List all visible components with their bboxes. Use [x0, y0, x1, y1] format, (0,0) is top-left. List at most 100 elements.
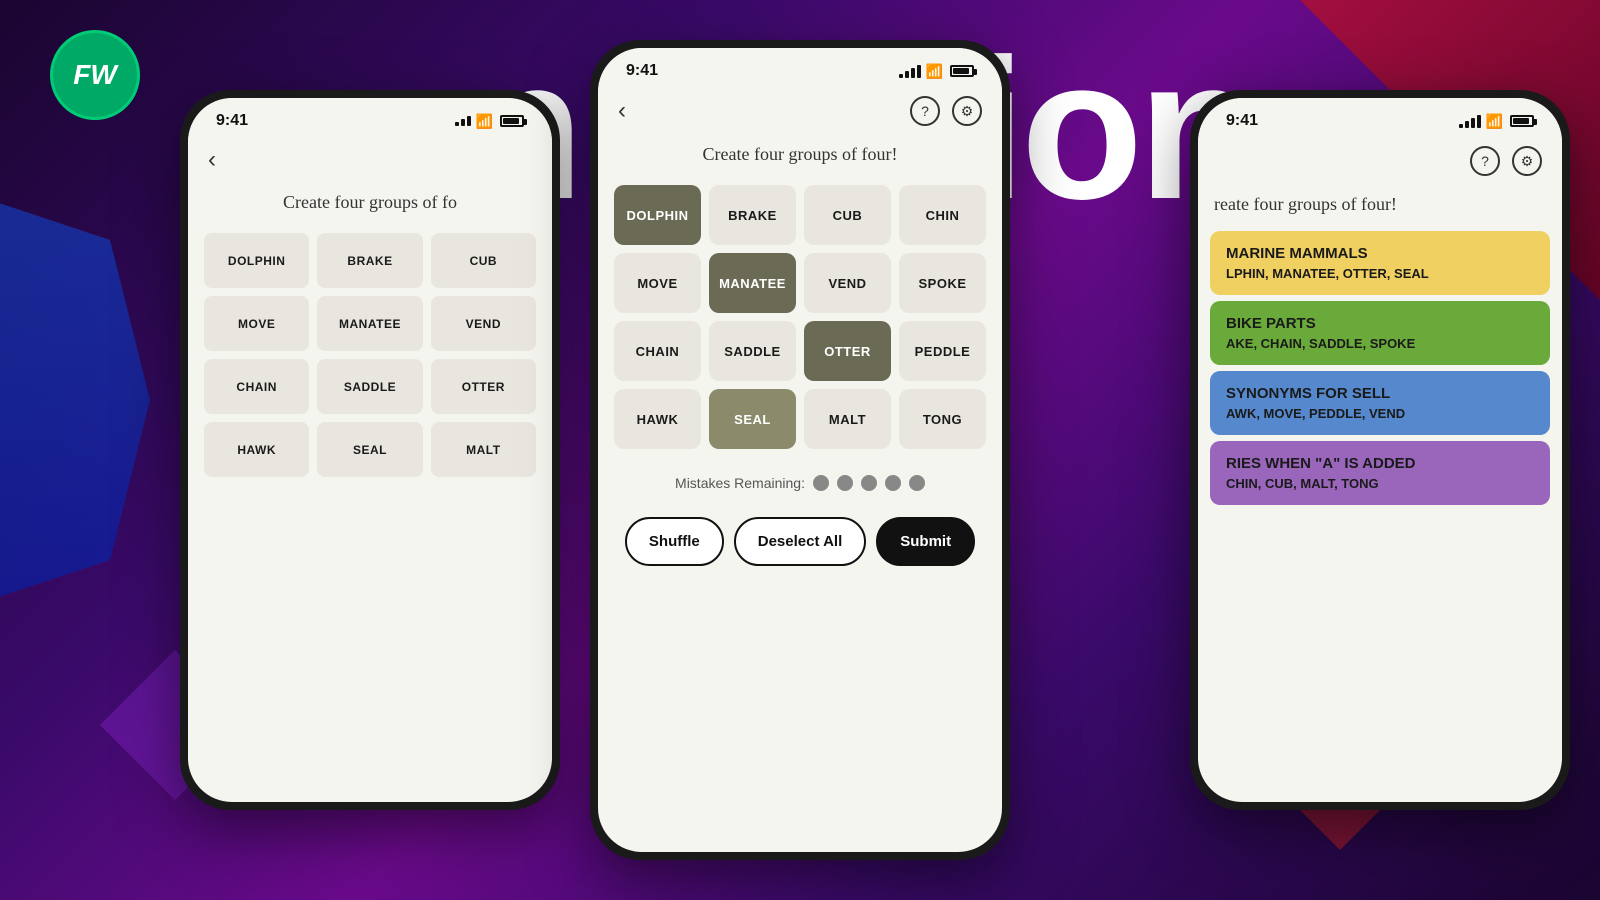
category-tile-2: SYNONYMS FOR SELL AWK, MOVE, PEDDLE, VEND: [1210, 371, 1550, 435]
signal-bar-3: [467, 116, 471, 126]
left-status-time: 9:41: [216, 112, 248, 130]
action-buttons: Shuffle Deselect All Submit: [598, 507, 1002, 586]
center-signal-4: [917, 65, 921, 78]
center-phone: 9:41 📶 ‹ ?: [590, 40, 1010, 860]
mistake-dot-4: [885, 475, 901, 491]
right-status-icons: 📶: [1459, 113, 1534, 130]
right-signal-1: [1459, 124, 1463, 128]
center-signal-2: [905, 71, 909, 78]
word-tile-dolphin[interactable]: DOLPHIN: [614, 185, 701, 245]
mistake-dot-2: [837, 475, 853, 491]
word-tile-spoke[interactable]: SPOKE: [899, 253, 986, 313]
left-word-tile-vend[interactable]: VEND: [431, 296, 536, 351]
category-title-2: SYNONYMS FOR SELL: [1226, 385, 1534, 402]
center-back-button[interactable]: ‹: [618, 97, 626, 125]
center-game-heading: Create four groups of four!: [598, 134, 1002, 175]
left-word-tile-cub[interactable]: CUB: [431, 233, 536, 288]
mistakes-label: Mistakes Remaining:: [675, 475, 805, 491]
word-tile-malt[interactable]: MALT: [804, 389, 891, 449]
right-signal-3: [1471, 118, 1475, 128]
category-title-1: BIKE PARTS: [1226, 315, 1534, 332]
center-phone-body: 9:41 📶 ‹ ?: [590, 40, 1010, 860]
category-title-0: MARINE MAMMALS: [1226, 245, 1534, 262]
mistake-dot-3: [861, 475, 877, 491]
center-status-bar: 9:41 📶: [598, 48, 1002, 88]
mistake-dot-1: [813, 475, 829, 491]
center-word-grid: DOLPHINBRAKECUBCHIN MOVEMANATEEVENDSPOKE C…: [598, 175, 1002, 459]
category-words-2: AWK, MOVE, PEDDLE, VEND: [1226, 406, 1534, 421]
center-battery-fill: [953, 68, 969, 74]
deselect-button[interactable]: Deselect All: [734, 517, 867, 566]
center-signal-3: [911, 68, 915, 78]
left-word-tile-manatee[interactable]: MANATEE: [317, 296, 422, 351]
word-tile-chin[interactable]: CHIN: [899, 185, 986, 245]
left-status-bar: 9:41 📶: [188, 98, 552, 138]
settings-button[interactable]: ⚙: [952, 96, 982, 126]
left-phone-screen: 9:41 📶 ‹ Create four groups of fo: [188, 98, 552, 802]
category-tile-3: RIES WHEN "A" IS ADDED CHIN, CUB, MALT, T…: [1210, 441, 1550, 505]
shuffle-button[interactable]: Shuffle: [625, 517, 724, 566]
word-tile-move[interactable]: MOVE: [614, 253, 701, 313]
center-status-icons: 📶: [899, 63, 974, 80]
battery-icon: [500, 115, 524, 127]
word-tile-otter[interactable]: OTTER: [804, 321, 891, 381]
signal-bar-1: [455, 122, 459, 126]
right-settings-button[interactable]: ⚙: [1512, 146, 1542, 176]
left-back-button[interactable]: ‹: [208, 146, 216, 174]
word-tile-saddle[interactable]: SADDLE: [709, 321, 796, 381]
word-tile-cub[interactable]: CUB: [804, 185, 891, 245]
left-phone-body: 9:41 📶 ‹ Create four groups of fo: [180, 90, 560, 810]
right-game-heading: reate four groups of four!: [1198, 184, 1562, 225]
center-nav-icons: ? ⚙: [910, 96, 982, 126]
word-tile-hawk[interactable]: HAWK: [614, 389, 701, 449]
right-nav-icons: ? ⚙: [1470, 146, 1542, 176]
word-tile-tong[interactable]: TONG: [899, 389, 986, 449]
word-tile-peddle[interactable]: PEDDLE: [899, 321, 986, 381]
left-nav-bar: ‹: [188, 138, 552, 182]
category-words-0: LPHIN, MANATEE, OTTER, SEAL: [1226, 266, 1534, 281]
right-signal-4: [1477, 115, 1481, 128]
left-game-heading: Create four groups of fo: [188, 182, 552, 223]
right-battery-fill: [1513, 118, 1529, 124]
help-button[interactable]: ?: [910, 96, 940, 126]
left-word-tile-dolphin[interactable]: DOLPHIN: [204, 233, 309, 288]
category-title-3: RIES WHEN "A" IS ADDED: [1226, 455, 1534, 472]
bg-shape-blue-l: [0, 200, 150, 600]
category-tile-0: MARINE MAMMALS LPHIN, MANATEE, OTTER, SEA…: [1210, 231, 1550, 295]
left-word-tile-move[interactable]: MOVE: [204, 296, 309, 351]
right-battery-icon: [1510, 115, 1534, 127]
left-word-tile-seal[interactable]: SEAL: [317, 422, 422, 477]
left-word-tile-otter[interactable]: OTTER: [431, 359, 536, 414]
right-status-bar: 9:41 📶: [1198, 98, 1562, 138]
word-tile-chain[interactable]: CHAIN: [614, 321, 701, 381]
left-word-tile-chain[interactable]: CHAIN: [204, 359, 309, 414]
wifi-icon: 📶: [476, 113, 493, 130]
right-phone-body: 9:41 📶 ? ⚙: [1190, 90, 1570, 810]
category-words-3: CHIN, CUB, MALT, TONG: [1226, 476, 1534, 491]
fw-logo-text: FW: [73, 59, 117, 91]
left-phone: 9:41 📶 ‹ Create four groups of fo: [180, 90, 560, 810]
right-phone: 9:41 📶 ? ⚙: [1190, 90, 1570, 810]
left-word-tile-saddle[interactable]: SADDLE: [317, 359, 422, 414]
right-help-button[interactable]: ?: [1470, 146, 1500, 176]
right-wifi-icon: 📶: [1486, 113, 1503, 130]
left-word-tile-hawk[interactable]: HAWK: [204, 422, 309, 477]
fw-logo: FW: [50, 30, 140, 120]
center-wifi-icon: 📶: [926, 63, 943, 80]
right-signal-2: [1465, 121, 1469, 128]
center-battery-icon: [950, 65, 974, 77]
left-word-tile-malt[interactable]: MALT: [431, 422, 536, 477]
right-phone-screen: 9:41 📶 ? ⚙: [1198, 98, 1562, 802]
signal-bar-2: [461, 119, 465, 126]
left-status-icons: 📶: [455, 113, 524, 130]
word-tile-brake[interactable]: BRAKE: [709, 185, 796, 245]
right-categories: MARINE MAMMALS LPHIN, MANATEE, OTTER, SEA…: [1198, 225, 1562, 511]
mistakes-row: Mistakes Remaining:: [598, 459, 1002, 507]
word-tile-seal[interactable]: SEAL: [709, 389, 796, 449]
center-phone-screen: 9:41 📶 ‹ ?: [598, 48, 1002, 852]
left-word-tile-brake[interactable]: BRAKE: [317, 233, 422, 288]
submit-button[interactable]: Submit: [876, 517, 975, 566]
center-nav-bar: ‹ ? ⚙: [598, 88, 1002, 134]
word-tile-manatee[interactable]: MANATEE: [709, 253, 796, 313]
word-tile-vend[interactable]: VEND: [804, 253, 891, 313]
